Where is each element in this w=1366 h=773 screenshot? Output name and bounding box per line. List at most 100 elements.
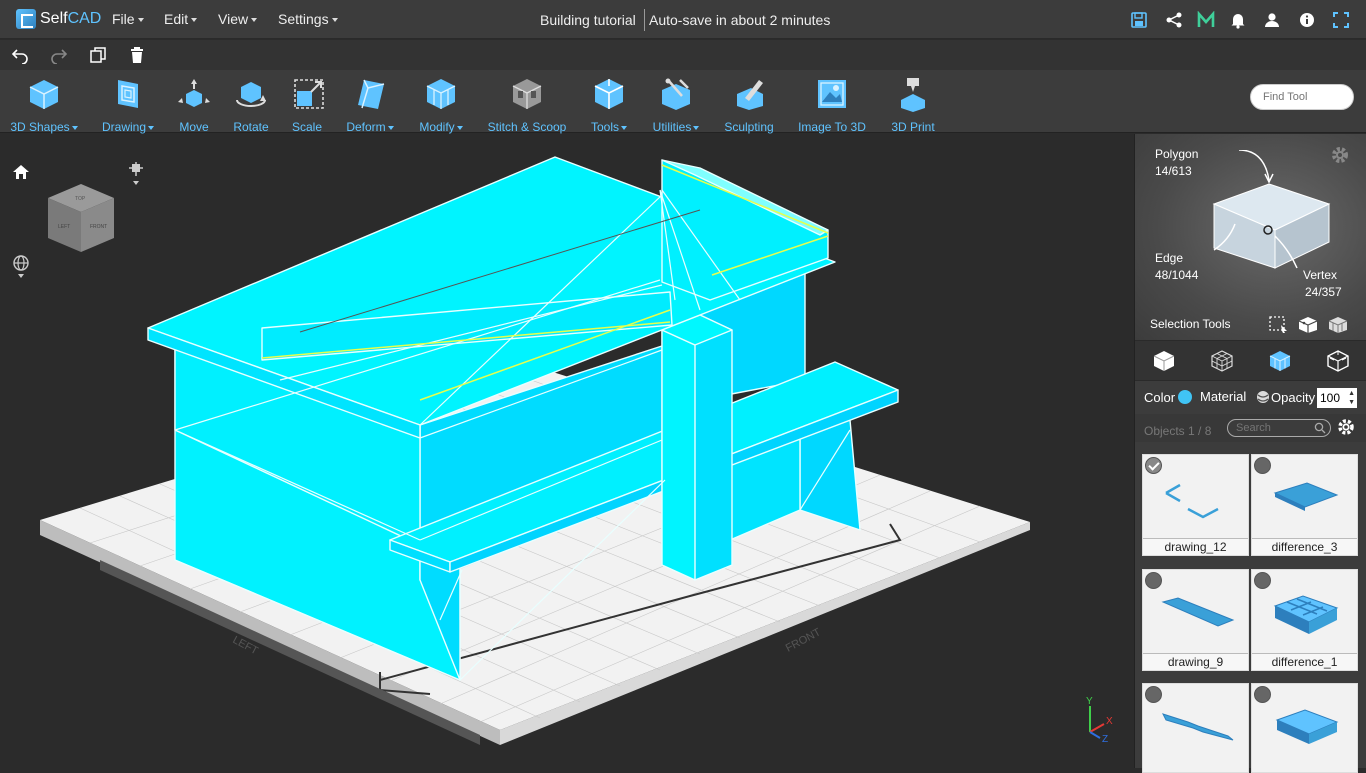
transparent-cube-icon [1327, 350, 1349, 372]
wireframe-mode-button[interactable] [1193, 341, 1251, 381]
object-preview [1161, 597, 1235, 627]
selection-checkbox[interactable] [1145, 686, 1162, 703]
tool-3d-print[interactable]: 3D Print [888, 76, 938, 134]
object-thumbnail[interactable] [1142, 683, 1249, 773]
cube-label-top: TOP [75, 196, 86, 202]
view-cube[interactable]: TOP LEFT FRONT [44, 180, 118, 256]
utilities-icon [662, 78, 690, 110]
object-thumbnail[interactable]: drawing_12 [1142, 454, 1249, 556]
object-preview [1275, 709, 1339, 744]
wireframe-cube-icon [1211, 350, 1233, 372]
rotate-icon [236, 82, 266, 107]
selection-checkbox[interactable] [1254, 457, 1271, 474]
delete-icon[interactable] [128, 46, 146, 64]
selection-mode-panel: Polygon 14/613 Edge 48/1044 Vertex 24/35… [1135, 134, 1366, 341]
myminifactory-icon[interactable] [1197, 11, 1215, 29]
3d-viewport[interactable]: LEFT FRONT TOP LEFT FRONT Y X Z [0, 134, 1134, 768]
color-swatch[interactable] [1178, 390, 1192, 404]
material-sphere-icon[interactable] [1256, 390, 1270, 404]
tool-stitch-scoop[interactable]: Stitch & Scoop [487, 76, 567, 134]
object-thumbnail[interactable]: difference_1 [1251, 569, 1358, 671]
edge-label: Edge [1155, 251, 1184, 265]
object-thumbnail[interactable] [1251, 683, 1358, 773]
polygon-select[interactable]: Polygon 14/613 [1155, 146, 1198, 180]
object-name: difference_3 [1252, 538, 1357, 555]
selection-checkbox[interactable] [1254, 572, 1271, 589]
share-icon[interactable] [1165, 11, 1183, 29]
axis-y-label: Y [1086, 696, 1093, 707]
find-tool-input[interactable] [1250, 84, 1354, 110]
select-all-icon[interactable] [1328, 316, 1348, 334]
tool-scale[interactable]: Scale [291, 76, 324, 134]
home-view-icon[interactable] [12, 164, 30, 180]
face-mode-button[interactable] [1251, 341, 1309, 381]
selfcad-logo[interactable]: Self CAD [16, 9, 101, 29]
user-account-icon[interactable] [1263, 11, 1281, 29]
tool-3d-shapes[interactable]: 3D Shapes [10, 76, 78, 134]
material-label: Material [1200, 389, 1247, 404]
info-icon[interactable] [1298, 11, 1316, 29]
objects-count: Objects 1 / 8 [1144, 424, 1212, 438]
copy-icon[interactable] [89, 46, 107, 64]
box-select-icon[interactable] [1269, 316, 1289, 334]
tool-label: Image To 3D [798, 120, 866, 134]
selection-checkbox[interactable] [1145, 572, 1162, 589]
save-icon[interactable] [1130, 11, 1148, 29]
transparent-mode-button[interactable] [1309, 341, 1366, 381]
tool-label: Move [179, 120, 209, 134]
tool-move[interactable]: Move [176, 76, 212, 134]
autosave-status: Auto-save in about 2 minutes [649, 12, 831, 28]
logo-text-cad: CAD [67, 10, 102, 27]
selection-cube-illustration [1212, 150, 1331, 269]
tool-label: Utilities [650, 120, 702, 134]
redo-icon[interactable] [50, 46, 68, 64]
vertex-select[interactable]: Vertex 24/357 [1303, 267, 1342, 301]
opacity-input[interactable]: 100 ▲ ▼ [1317, 388, 1357, 408]
object-name: drawing_9 [1143, 653, 1248, 670]
tool-image-to-3d[interactable]: Image To 3D [797, 76, 867, 134]
object-thumbnail[interactable]: difference_3 [1251, 454, 1358, 556]
tool-label: Deform [343, 120, 397, 134]
menu-view[interactable]: View [218, 11, 257, 27]
document-title[interactable]: Building tutorial [540, 12, 636, 28]
axis-gizmo: Y X Z [1086, 696, 1113, 742]
selection-checkbox[interactable] [1145, 457, 1162, 474]
menu-file[interactable]: File [112, 11, 144, 27]
object-thumbnail[interactable]: drawing_9 [1142, 569, 1249, 671]
scale-icon [294, 79, 324, 109]
selection-mode-bar [1135, 341, 1366, 381]
tool-utilities[interactable]: Utilities [650, 76, 702, 134]
menu-settings[interactable]: Settings [278, 11, 338, 27]
scene-canvas[interactable]: LEFT FRONT [0, 134, 1134, 768]
notification-bell-icon[interactable] [1229, 11, 1247, 29]
menu-edit[interactable]: Edit [164, 11, 197, 27]
opacity-stepper-icon[interactable]: ▲ ▼ [1348, 389, 1355, 407]
select-faces-icon[interactable] [1298, 316, 1318, 334]
fullscreen-icon[interactable] [1332, 11, 1350, 29]
object-mode-button[interactable] [1135, 341, 1193, 381]
projection-toggle-icon[interactable] [12, 254, 30, 282]
tool-label: Modify [416, 120, 466, 134]
tool-deform[interactable]: Deform [343, 76, 397, 134]
cube-label-left: LEFT [58, 224, 70, 230]
object-name: difference_1 [1252, 653, 1357, 670]
edge-select[interactable]: Edge 48/1044 [1155, 250, 1198, 284]
selection-checkbox[interactable] [1254, 686, 1271, 703]
tool-drawing[interactable]: Drawing [98, 76, 158, 134]
selection-tools-label: Selection Tools [1150, 317, 1231, 331]
tool-modify[interactable]: Modify [416, 76, 466, 134]
tool-label: Sculpting [724, 120, 774, 134]
tool-tools[interactable]: Tools [588, 76, 630, 134]
objects-settings-icon[interactable] [1336, 417, 1356, 437]
color-label: Color [1144, 390, 1176, 405]
tool-sculpting[interactable]: Sculpting [722, 76, 776, 134]
tool-rotate[interactable]: Rotate [232, 76, 270, 134]
tool-label: 3D Shapes [10, 120, 78, 134]
objects-header: Objects 1 / 8 [1135, 414, 1366, 442]
label-front: FRONT [784, 626, 823, 655]
pan-view-icon[interactable] [128, 162, 144, 190]
object-preview [1273, 595, 1339, 634]
undo-icon[interactable] [11, 46, 29, 64]
main-toolbar: 3D Shapes Drawing Move Rotate Scale Defo… [0, 70, 1366, 134]
axis-z-label: Z [1102, 734, 1108, 742]
